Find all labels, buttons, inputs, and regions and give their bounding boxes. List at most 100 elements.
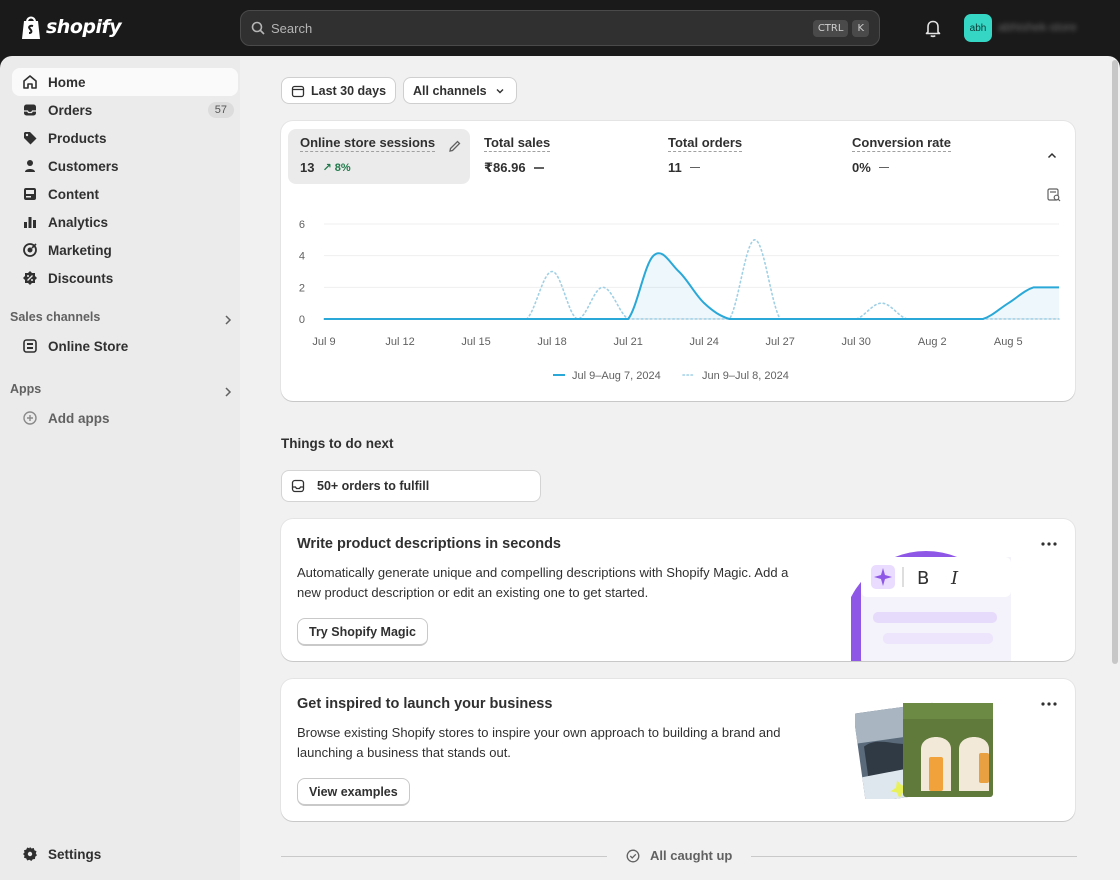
search-input[interactable] bbox=[271, 20, 809, 36]
series-line-current bbox=[323, 252, 1059, 320]
x-tick-label: Jul 30 bbox=[842, 336, 871, 348]
shopify-logo[interactable]: shopify bbox=[20, 14, 122, 40]
metric-conversion-rate[interactable]: Conversion rate 0% bbox=[840, 129, 1020, 184]
sidebar-item-label: Add apps bbox=[48, 410, 110, 426]
home-icon bbox=[23, 75, 37, 89]
channels-label: All channels bbox=[413, 83, 487, 98]
sidebar-item-marketing[interactable]: Marketing bbox=[12, 236, 238, 264]
card-title: Get inspired to launch your business bbox=[297, 696, 553, 712]
sidebar-item-label: Customers bbox=[48, 158, 119, 174]
more-options-icon[interactable] bbox=[1039, 694, 1059, 714]
date-range-button[interactable]: Last 30 days bbox=[281, 77, 397, 104]
date-range-label: Last 30 days bbox=[311, 83, 387, 98]
bar-chart-icon bbox=[24, 217, 36, 228]
series-area-current bbox=[324, 253, 1059, 319]
metric-value: 11 bbox=[668, 160, 682, 175]
legend-label-current: Jul 9–Aug 7, 2024 bbox=[572, 370, 661, 382]
sidebar-item-label: Orders bbox=[48, 102, 93, 118]
sidebar-item-settings[interactable]: Settings bbox=[12, 840, 238, 868]
sidebar-item-orders[interactable]: Orders 57 bbox=[12, 96, 238, 124]
x-tick-label: Jul 12 bbox=[385, 336, 414, 348]
y-tick-label: 6 bbox=[299, 219, 305, 231]
metric-value: 0% bbox=[852, 160, 871, 175]
scrollbar[interactable] bbox=[1112, 60, 1118, 664]
metric-label: Conversion rate bbox=[852, 135, 951, 152]
calendar-icon bbox=[291, 85, 305, 97]
card-body: Automatically generate unique and compel… bbox=[297, 565, 789, 600]
metric-label: Total sales bbox=[484, 135, 551, 152]
things-to-do-title: Things to do next bbox=[281, 436, 394, 451]
inbox-icon bbox=[291, 479, 305, 493]
sales-channels-title[interactable]: Sales channels bbox=[10, 310, 100, 324]
sidebar-item-products[interactable]: Products bbox=[12, 124, 238, 152]
orders-to-fulfill-label: 50+ orders to fulfill bbox=[317, 479, 430, 493]
chevron-right-icon[interactable] bbox=[222, 314, 234, 326]
card-body: Browse existing Shopify stores to inspir… bbox=[297, 725, 781, 760]
analytics-card: Online store sessions 13 ↗ 8% Total sale… bbox=[281, 121, 1075, 401]
sidebar-item-label: Online Store bbox=[48, 338, 129, 354]
sidebar-item-customers[interactable]: Customers bbox=[12, 152, 238, 180]
inbox-icon bbox=[24, 104, 36, 116]
metric-online-store-sessions[interactable]: Online store sessions 13 ↗ 8% bbox=[288, 129, 470, 184]
chevron-right-icon[interactable] bbox=[222, 386, 234, 398]
y-tick-label: 0 bbox=[299, 314, 305, 326]
try-shopify-magic-button[interactable]: Try Shopify Magic bbox=[297, 618, 428, 646]
legend-label-previous: Jun 9–Jul 8, 2024 bbox=[702, 370, 789, 382]
sidebar: Home Orders 57 Products Customers Conten… bbox=[0, 56, 240, 880]
metric-total-orders[interactable]: Total orders 11 bbox=[656, 129, 836, 184]
sidebar-item-content[interactable]: Content bbox=[12, 180, 238, 208]
y-tick-label: 4 bbox=[299, 251, 305, 263]
y-tick-label: 2 bbox=[299, 282, 305, 294]
chevron-up-icon[interactable] bbox=[1045, 149, 1059, 163]
check-circle-icon bbox=[626, 849, 640, 862]
avatar[interactable]: abh bbox=[964, 14, 992, 42]
series-line-previous bbox=[323, 239, 1060, 320]
target-icon bbox=[23, 243, 37, 257]
report-search-icon[interactable] bbox=[1046, 187, 1062, 203]
sidebar-item-analytics[interactable]: Analytics bbox=[12, 208, 238, 236]
sidebar-item-label: Analytics bbox=[48, 214, 109, 230]
orders-count-badge: 57 bbox=[207, 102, 234, 118]
search-bar[interactable]: CTRL K bbox=[240, 10, 880, 46]
metric-value: 13 bbox=[300, 160, 315, 175]
chevron-down-icon bbox=[496, 88, 504, 93]
no-change-dash bbox=[878, 166, 889, 169]
sidebar-item-label: Marketing bbox=[48, 242, 112, 258]
divider-line bbox=[281, 856, 607, 857]
svg-text:B: B bbox=[917, 568, 929, 589]
store-icon bbox=[23, 339, 37, 353]
metric-delta-value: 8% bbox=[334, 162, 351, 174]
shopify-bag-icon bbox=[22, 16, 40, 39]
notifications-bell-icon[interactable] bbox=[922, 17, 944, 39]
orders-to-fulfill-button[interactable]: 50+ orders to fulfill bbox=[281, 470, 541, 502]
metric-total-sales[interactable]: Total sales ₹86.96 bbox=[472, 129, 652, 184]
card-title: Write product descriptions in seconds bbox=[297, 536, 561, 552]
inspiration-card: Get inspired to launch your business Bro… bbox=[281, 679, 1075, 821]
shopify-magic-card: Write product descriptions in seconds Au… bbox=[281, 519, 1075, 661]
x-tick-label: Jul 9 bbox=[312, 336, 335, 348]
add-circle-icon bbox=[23, 411, 37, 425]
main-content: Last 30 days All channels Online store s… bbox=[240, 56, 1120, 880]
sidebar-item-label: Settings bbox=[48, 846, 102, 862]
store-name[interactable]: abhishek-store bbox=[998, 20, 1108, 38]
edit-pencil-icon[interactable] bbox=[448, 139, 462, 153]
view-examples-button[interactable]: View examples bbox=[297, 778, 410, 806]
sidebar-item-home[interactable]: Home bbox=[12, 68, 238, 96]
brand-name: shopify bbox=[46, 16, 122, 38]
x-tick-label: Jul 21 bbox=[613, 336, 642, 348]
sidebar-item-online-store[interactable]: Online Store bbox=[12, 332, 238, 360]
sidebar-item-discounts[interactable]: Discounts bbox=[12, 264, 238, 292]
search-icon bbox=[251, 21, 265, 35]
metric-label: Online store sessions bbox=[300, 135, 436, 152]
image-icon bbox=[24, 188, 36, 200]
all-caught-up: All caught up bbox=[626, 848, 732, 863]
apps-title[interactable]: Apps bbox=[10, 382, 41, 396]
sidebar-item-label: Discounts bbox=[48, 270, 114, 286]
sidebar-item-add-apps[interactable]: Add apps bbox=[12, 404, 238, 432]
no-change-dash bbox=[533, 167, 544, 169]
x-tick-label: Jul 18 bbox=[537, 336, 566, 348]
channels-dropdown[interactable]: All channels bbox=[403, 77, 517, 104]
sidebar-item-label: Content bbox=[48, 186, 99, 202]
more-options-icon[interactable] bbox=[1039, 534, 1059, 554]
x-tick-label: Jul 24 bbox=[689, 336, 718, 348]
